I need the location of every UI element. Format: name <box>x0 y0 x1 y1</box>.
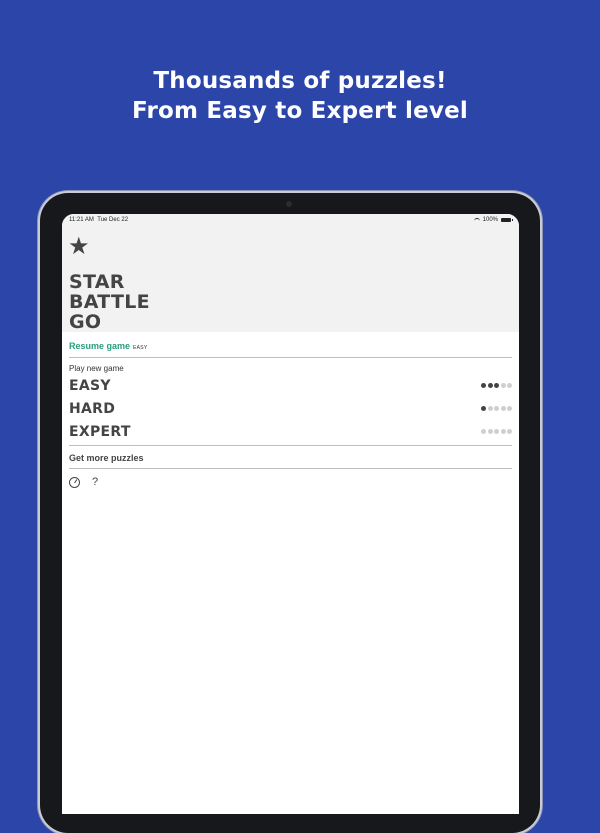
help-question-icon[interactable]: ? <box>92 476 98 488</box>
rating-dot <box>507 406 512 411</box>
rating-dot <box>507 383 512 388</box>
rating-dot <box>500 429 506 434</box>
app-title: STAR BATTLE GO <box>69 272 150 332</box>
play-new-game-label: Play new game <box>69 364 124 373</box>
resume-label: Resume game <box>69 341 131 351</box>
title-line-3: GO <box>69 311 102 333</box>
promo-headline: Thousands of puzzles! From Easy to Exper… <box>0 66 600 126</box>
rating-dot <box>500 406 506 411</box>
rating-dot <box>481 406 486 411</box>
get-more-puzzles-button[interactable]: Get more puzzles <box>69 453 144 463</box>
difficulty-easy-button[interactable]: EASY <box>69 378 512 398</box>
rating-dot <box>487 429 493 434</box>
status-time: 11:21 AM Tue Dec 22 <box>69 217 129 223</box>
wifi-icon <box>473 217 480 223</box>
headline-line-1: Thousands of puzzles! <box>153 68 447 94</box>
headline-line-2: From Easy to Expert level <box>132 98 468 124</box>
status-right: 100% <box>473 217 513 223</box>
title-line-1: STAR <box>69 271 125 293</box>
divider <box>69 445 512 446</box>
difficulty-rating <box>481 406 512 411</box>
difficulty-name: EASY <box>69 378 111 394</box>
rating-dot <box>494 383 499 388</box>
rating-dot <box>481 429 486 434</box>
status-bar: 11:21 AM Tue Dec 22 100% <box>62 214 519 228</box>
difficulty-name: EXPERT <box>69 424 131 440</box>
star-icon: ★ <box>68 232 90 260</box>
rating-dot <box>481 383 486 388</box>
divider <box>69 357 512 358</box>
resume-game-button[interactable]: Resume game EASY <box>69 341 148 351</box>
battery-percent: 100% <box>482 217 498 223</box>
app-header: ★ STAR BATTLE GO <box>62 228 519 332</box>
app-screen: 11:21 AM Tue Dec 22 100% ★ STAR BATTLE G… <box>62 214 519 814</box>
title-line-2: BATTLE <box>69 291 150 313</box>
rating-dot <box>487 406 493 411</box>
battery-icon <box>501 218 513 222</box>
rating-dot <box>494 429 499 434</box>
divider <box>69 468 512 469</box>
footer-icons: ? <box>69 476 98 488</box>
camera-icon <box>286 201 292 207</box>
resume-level-badge: EASY <box>133 345 148 351</box>
difficulty-rating <box>481 383 512 388</box>
rating-dot <box>494 406 499 411</box>
rating-dot <box>500 383 506 388</box>
rating-dot <box>507 429 512 434</box>
difficulty-name: HARD <box>69 401 116 417</box>
difficulty-rating <box>481 429 512 434</box>
difficulty-expert-button[interactable]: EXPERT <box>69 424 512 444</box>
stats-gauge-icon[interactable] <box>69 476 80 488</box>
difficulty-hard-button[interactable]: HARD <box>69 401 512 421</box>
rating-dot <box>487 383 493 388</box>
